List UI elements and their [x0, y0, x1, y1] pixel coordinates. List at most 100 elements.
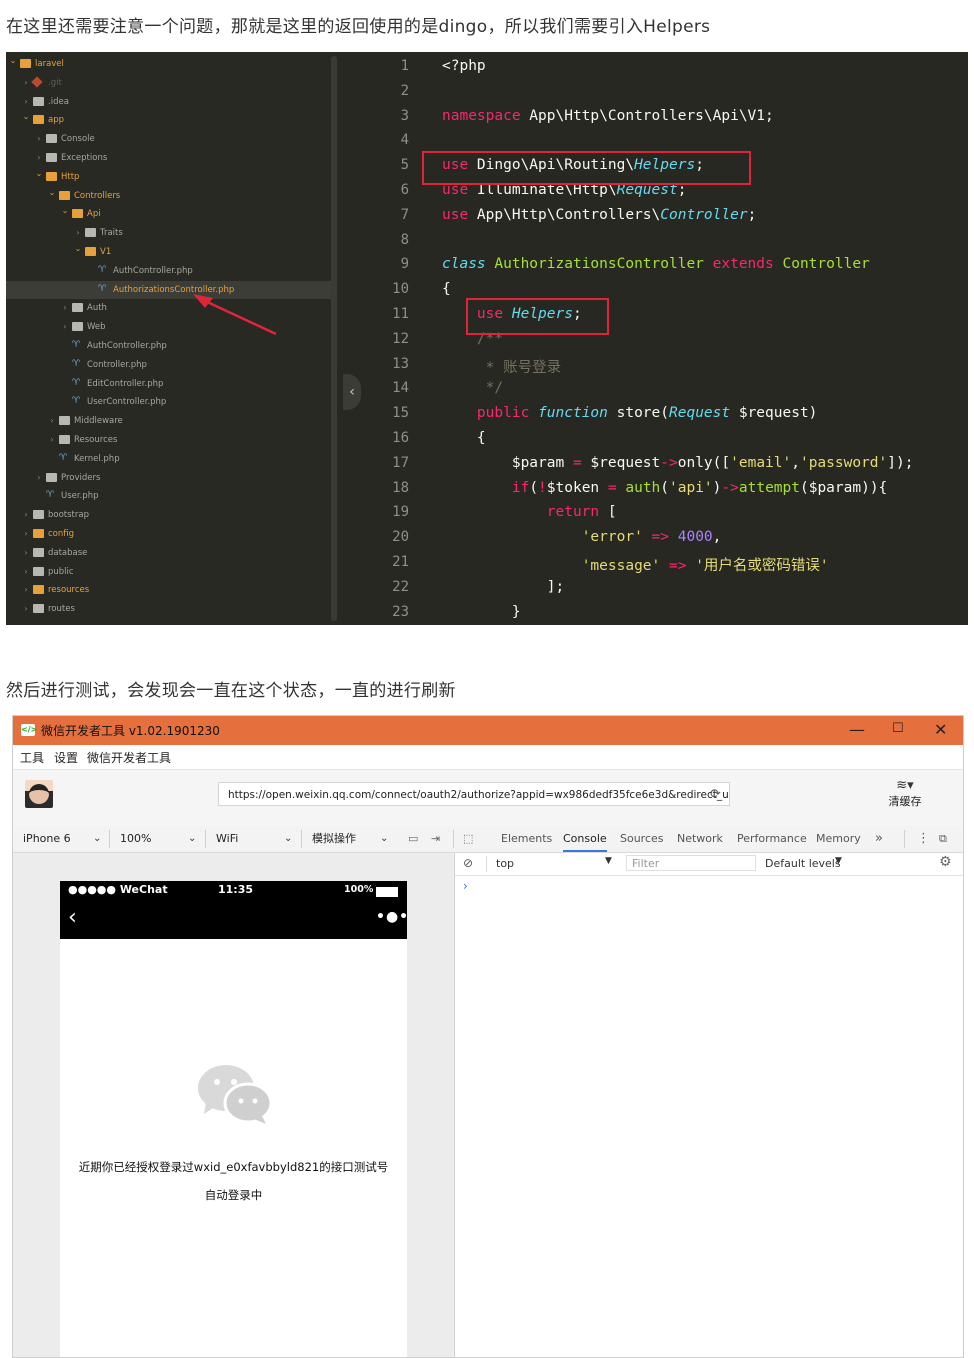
- chevron-right-icon[interactable]: ›: [22, 563, 30, 581]
- tab-network[interactable]: Network: [677, 826, 723, 852]
- tree-folder-item[interactable]: › config: [6, 525, 331, 543]
- menu-settings[interactable]: 设置: [54, 749, 78, 766]
- tree-folder-item[interactable]: › bootstrap: [6, 506, 331, 524]
- chevron-right-icon[interactable]: ›: [22, 525, 30, 543]
- chevron-right-icon[interactable]: ›: [22, 600, 30, 618]
- console-filter-input[interactable]: Filter: [626, 855, 756, 871]
- chevron-down-icon[interactable]: ⌄: [9, 52, 17, 70]
- line-number: 16: [392, 430, 409, 446]
- code-token: ]);: [887, 454, 914, 471]
- chevron-right-icon[interactable]: ›: [22, 506, 30, 524]
- tree-folder-item[interactable]: › Auth: [6, 299, 331, 317]
- tree-folder-item[interactable]: › public: [6, 563, 331, 581]
- carrier-label: ●●●●● WeChat: [68, 883, 168, 896]
- file-tree-scrollbar[interactable]: [331, 56, 337, 621]
- chevron-down-icon[interactable]: ⌄: [61, 202, 69, 220]
- context-select[interactable]: top: [496, 857, 514, 870]
- tree-item-label: Api: [87, 209, 101, 220]
- tree-file-item[interactable]: ♈ AuthorizationsController.php: [6, 280, 331, 299]
- more-options-icon[interactable]: •●•: [376, 909, 409, 925]
- tree-folder-item[interactable]: › Traits: [6, 224, 331, 242]
- tab-console[interactable]: Console: [563, 826, 607, 852]
- tree-folder-item[interactable]: › Web: [6, 318, 331, 336]
- toggle-device-icon[interactable]: ▭: [408, 826, 418, 852]
- tree-folder-item[interactable]: › database: [6, 544, 331, 562]
- network-select[interactable]: WiFi ⌄: [216, 826, 296, 852]
- back-arrow-icon[interactable]: ‹: [68, 905, 77, 930]
- tree-folder-item[interactable]: ⌄ V1: [6, 243, 331, 261]
- code-token: 'password': [799, 454, 888, 471]
- tree-file-item[interactable]: ♈ Controller.php: [6, 356, 331, 374]
- minimize-icon[interactable]: —: [849, 720, 865, 739]
- url-text: https://open.weixin.qq.com/connect/oauth…: [228, 789, 730, 801]
- clear-cache-button[interactable]: ≋▾ 清缓存: [885, 778, 925, 809]
- chevron-right-icon[interactable]: ›: [35, 130, 43, 148]
- clear-console-icon[interactable]: ⊘: [463, 856, 473, 870]
- tree-file-item[interactable]: ♈ EditController.php: [6, 375, 331, 393]
- more-tabs-icon[interactable]: »: [875, 826, 883, 852]
- chevron-right-icon[interactable]: ›: [61, 318, 69, 336]
- code-token: (: [660, 479, 670, 496]
- php-file-icon: ♈: [98, 264, 107, 275]
- chevron-right-icon[interactable]: ›: [48, 412, 56, 430]
- dock-side-icon[interactable]: ⧉: [939, 826, 947, 852]
- chevron-down-icon[interactable]: ⌄: [35, 165, 43, 183]
- tree-folder-item[interactable]: › routes: [6, 600, 331, 618]
- refresh-icon[interactable]: ⟳: [710, 787, 721, 802]
- tab-performance[interactable]: Performance: [737, 826, 807, 852]
- tab-memory[interactable]: Memory: [816, 826, 861, 852]
- tab-elements[interactable]: Elements: [501, 826, 552, 852]
- code-token: =: [572, 454, 582, 471]
- avatar[interactable]: [25, 780, 53, 808]
- rotate-icon[interactable]: ⇥: [431, 826, 440, 852]
- tree-folder-item[interactable]: › Middleware: [6, 412, 331, 430]
- tree-folder-item[interactable]: › .git: [6, 74, 331, 92]
- tree-folder-item[interactable]: ⌄ laravel: [6, 55, 331, 73]
- tree-item-label: routes: [48, 604, 75, 615]
- chevron-right-icon[interactable]: ›: [35, 469, 43, 487]
- tree-file-item[interactable]: ♈ User.php: [6, 487, 331, 505]
- menu-tools[interactable]: 工具: [20, 749, 44, 766]
- menu-devtools[interactable]: 微信开发者工具: [87, 749, 171, 766]
- tree-file-item[interactable]: ♈ Kernel.php: [6, 450, 331, 468]
- chevron-down-icon[interactable]: ⌄: [48, 184, 56, 202]
- tree-folder-item[interactable]: › Console: [6, 130, 331, 148]
- tree-folder-item[interactable]: › .idea: [6, 93, 331, 111]
- tree-folder-item[interactable]: › Exceptions: [6, 149, 331, 167]
- gear-icon[interactable]: ⚙: [939, 854, 952, 870]
- code-token: $request): [730, 405, 818, 422]
- chevron-down-icon[interactable]: ⌄: [74, 240, 82, 258]
- tree-item-label: Controllers: [74, 190, 121, 201]
- tree-folder-item[interactable]: ⌄ Controllers: [6, 187, 331, 205]
- chevron-right-icon[interactable]: ›: [61, 299, 69, 317]
- tree-folder-item[interactable]: ⌄ app: [6, 111, 331, 129]
- tree-file-item[interactable]: ♈ AuthController.php: [6, 337, 331, 355]
- tree-folder-item[interactable]: › resources: [6, 581, 331, 599]
- code-token: Controller: [660, 206, 748, 223]
- url-input[interactable]: https://open.weixin.qq.com/connect/oauth…: [218, 782, 730, 806]
- chevron-right-icon[interactable]: ›: [22, 581, 30, 599]
- tree-file-item[interactable]: ♈ AuthController.php: [6, 262, 331, 280]
- device-select[interactable]: iPhone 6 ⌄: [23, 826, 103, 852]
- close-icon[interactable]: ✕: [934, 720, 947, 739]
- clock-label: 11:35: [218, 883, 254, 896]
- zoom-select[interactable]: 100% ⌄: [120, 826, 200, 852]
- maximize-icon[interactable]: ☐: [892, 721, 904, 736]
- inspect-element-icon[interactable]: ⬚: [463, 826, 473, 852]
- tree-folder-item[interactable]: ⌄ Api: [6, 205, 331, 223]
- tree-folder-item[interactable]: › Resources: [6, 431, 331, 449]
- console-prompt-icon[interactable]: ›: [463, 879, 468, 893]
- chevron-right-icon[interactable]: ›: [48, 431, 56, 449]
- tree-file-item[interactable]: ♈ UserController.php: [6, 393, 331, 411]
- chevron-down-icon[interactable]: ⌄: [22, 108, 30, 126]
- chevron-right-icon[interactable]: ›: [22, 544, 30, 562]
- simulate-select[interactable]: 模拟操作 ⌄: [312, 826, 392, 852]
- log-levels-select[interactable]: Default levels: [765, 857, 841, 870]
- folder-icon: [46, 134, 57, 144]
- tree-folder-item[interactable]: › Providers: [6, 469, 331, 487]
- tab-sources[interactable]: Sources: [620, 826, 664, 852]
- kebab-menu-icon[interactable]: ⋮: [917, 826, 930, 852]
- chevron-right-icon[interactable]: ›: [22, 74, 30, 92]
- code-token: 'error': [581, 529, 643, 546]
